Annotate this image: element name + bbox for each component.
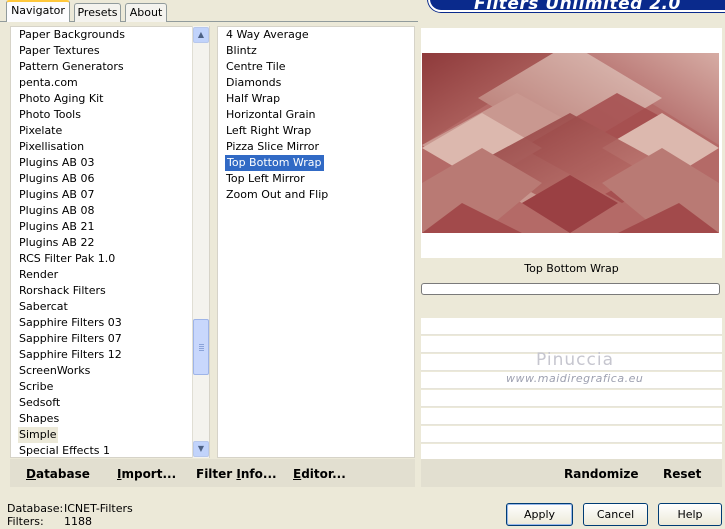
filter-item[interactable]: Top Left Mirror: [225, 171, 305, 187]
editor-button[interactable]: Editor...: [293, 467, 346, 481]
filters-count-label: Filters:: [7, 515, 44, 528]
filter-item[interactable]: Half Wrap: [225, 91, 280, 107]
category-item[interactable]: RCS Filter Pak 1.0: [18, 251, 115, 267]
category-item[interactable]: Scribe: [18, 379, 53, 395]
filter-item[interactable]: 4 Way Average: [225, 27, 309, 43]
database-status-label: Database:: [7, 502, 64, 515]
category-item[interactable]: Sapphire Filters 07: [18, 331, 122, 347]
filter-name-label: Top Bottom Wrap: [524, 262, 619, 275]
category-item[interactable]: Plugins AB 08: [18, 203, 94, 219]
scroll-down-arrow-icon[interactable]: ▼: [193, 441, 209, 457]
category-item[interactable]: Pixelate: [18, 123, 62, 139]
tab-presets[interactable]: Presets: [74, 3, 121, 22]
category-item[interactable]: Plugins AB 06: [18, 171, 94, 187]
database-status-value: ICNET-Filters: [64, 502, 133, 515]
filter-item[interactable]: Top Bottom Wrap: [225, 155, 324, 171]
category-item[interactable]: ScreenWorks: [18, 363, 90, 379]
preview-image: [422, 53, 719, 233]
watermark-url: www.maidiregrafica.eu: [506, 372, 644, 385]
tab-navigator[interactable]: Navigator: [6, 0, 70, 22]
category-item[interactable]: Render: [18, 267, 58, 283]
filter-item[interactable]: Zoom Out and Flip: [225, 187, 328, 203]
import-button[interactable]: Import...: [117, 467, 176, 481]
category-item[interactable]: Special Effects 1: [18, 443, 110, 459]
filter-item[interactable]: Pizza Slice Mirror: [225, 139, 319, 155]
category-item[interactable]: Photo Aging Kit: [18, 91, 103, 107]
filter-item[interactable]: Centre Tile: [225, 59, 286, 75]
category-item[interactable]: Plugins AB 03: [18, 155, 94, 171]
category-item[interactable]: Pixellisation: [18, 139, 84, 155]
category-item[interactable]: Sapphire Filters 12: [18, 347, 122, 363]
filter-item[interactable]: Horizontal Grain: [225, 107, 315, 123]
category-item[interactable]: Paper Backgrounds: [18, 27, 125, 43]
filter-item[interactable]: Diamonds: [225, 75, 281, 91]
category-item[interactable]: Sedsoft: [18, 395, 60, 411]
category-scrollbar[interactable]: ▲ ▼: [192, 26, 209, 458]
randomize-button[interactable]: Randomize: [564, 467, 638, 481]
category-item[interactable]: Plugins AB 21: [18, 219, 94, 235]
reset-button[interactable]: Reset: [663, 467, 701, 481]
parameter-slot: [421, 426, 722, 443]
category-item[interactable]: Paper Textures: [18, 43, 100, 59]
category-item[interactable]: Simple: [18, 427, 58, 443]
category-item[interactable]: Shapes: [18, 411, 59, 427]
category-item[interactable]: Sabercat: [18, 299, 68, 315]
watermark-name: Pinuccia: [536, 350, 614, 370]
parameter-slot: [421, 318, 722, 335]
progress-bar: [421, 283, 720, 295]
filter-item[interactable]: Blintz: [225, 43, 257, 59]
app-title: Filters Unlimited 2.0: [474, 0, 681, 14]
category-item[interactable]: Plugins AB 07: [18, 187, 94, 203]
tab-about[interactable]: About: [125, 3, 167, 22]
filter-item[interactable]: Left Right Wrap: [225, 123, 311, 139]
database-button[interactable]: Database: [26, 467, 90, 481]
apply-button[interactable]: Apply: [506, 503, 573, 526]
help-button[interactable]: Help: [658, 503, 722, 526]
filter-info-button[interactable]: Filter Info...: [196, 467, 277, 481]
parameter-slot: [421, 390, 722, 407]
cancel-button[interactable]: Cancel: [583, 503, 648, 526]
category-item[interactable]: Plugins AB 22: [18, 235, 94, 251]
filters-count-value: 1188: [64, 515, 92, 528]
scrollbar-thumb[interactable]: [193, 319, 209, 375]
category-item[interactable]: Sapphire Filters 03: [18, 315, 122, 331]
parameter-slot: [421, 408, 722, 425]
category-item[interactable]: Pattern Generators: [18, 59, 124, 75]
category-item[interactable]: Photo Tools: [18, 107, 81, 123]
scroll-up-arrow-icon[interactable]: ▲: [193, 27, 209, 43]
category-item[interactable]: penta.com: [18, 75, 78, 91]
category-item[interactable]: Rorshack Filters: [18, 283, 106, 299]
